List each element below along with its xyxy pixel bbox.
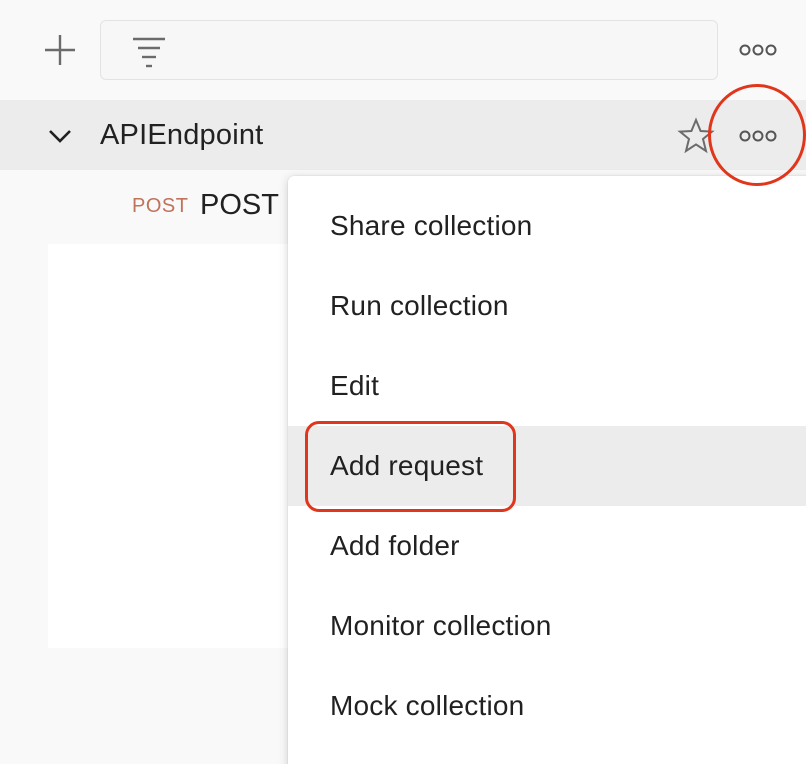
request-name: POST [200,189,279,221]
more-horizontal-icon [739,44,777,56]
plus-icon [45,35,75,65]
new-collection-button[interactable] [36,26,84,74]
menu-item-add-folder[interactable]: Add folder [288,506,806,586]
toolbar-more-button[interactable] [732,30,784,70]
menu-item-mock-collection[interactable]: Mock collection [288,666,806,746]
menu-item-add-request[interactable]: Add request [288,426,806,506]
menu-item-share-collection[interactable]: Share collection [288,186,806,266]
filter-icon [133,37,165,68]
empty-panel [48,244,298,648]
collection-context-menu: Share collection Run collection Edit Add… [288,176,806,764]
more-horizontal-icon [739,130,777,142]
collection-more-button[interactable] [732,116,784,156]
collection-name: APIEndpoint [100,119,264,151]
method-badge: POST [132,195,189,217]
star-outline-icon[interactable] [676,116,716,156]
menu-item-run-collection[interactable]: Run collection [288,266,806,346]
filter-input[interactable] [100,20,718,80]
sidebar-toolbar [0,0,806,100]
chevron-down-icon[interactable] [44,122,76,150]
collection-row[interactable]: APIEndpoint [0,100,806,170]
menu-item-edit[interactable]: Edit [288,346,806,426]
menu-item-monitor-collection[interactable]: Monitor collection [288,586,806,666]
